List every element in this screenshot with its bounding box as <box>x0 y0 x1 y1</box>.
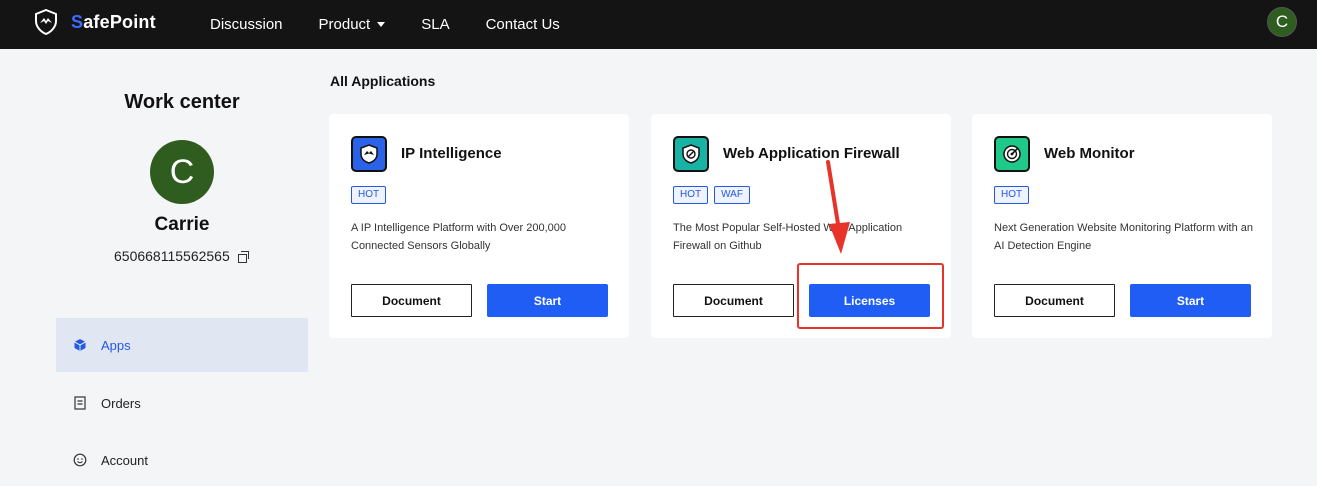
nav-product[interactable]: Product <box>319 16 386 33</box>
document-button[interactable]: Document <box>673 284 794 317</box>
sidebar-item-label: Account <box>101 452 148 468</box>
document-button[interactable]: Document <box>994 284 1115 317</box>
nav-discussion[interactable]: Discussion <box>210 16 283 33</box>
user-avatar-button[interactable]: C <box>1267 7 1297 37</box>
nav-sla[interactable]: SLA <box>421 16 449 33</box>
start-button[interactable]: Start <box>487 284 608 317</box>
firewall-icon <box>673 136 709 172</box>
tag-list: HOT WAF <box>673 186 756 204</box>
sidebar-item-orders[interactable]: Orders <box>56 376 308 430</box>
document-button[interactable]: Document <box>351 284 472 317</box>
card-description: Next Generation Website Monitoring Platf… <box>994 222 1254 252</box>
app-card-web-monitor: Web Monitor HOT Next Generation Website … <box>972 114 1272 338</box>
app-card-ip-intelligence: IP Intelligence HOT A IP Intelligence Pl… <box>329 114 629 338</box>
section-title: All Applications <box>330 73 436 89</box>
brand-name: SafePoint <box>71 11 156 32</box>
tag-waf: WAF <box>714 186 750 204</box>
card-description: The Most Popular Self-Hosted Web Applica… <box>673 222 903 252</box>
smiley-icon <box>73 453 87 467</box>
safepoint-logo-icon <box>35 9 57 35</box>
start-button[interactable]: Start <box>1130 284 1251 317</box>
tag-list: HOT <box>994 186 1035 204</box>
shield-icon <box>351 136 387 172</box>
sidebar-item-label: Orders <box>101 395 141 411</box>
main-nav: Discussion Product SLA Contact Us <box>210 0 596 49</box>
brand-logo-link[interactable]: SafePoint <box>34 9 156 35</box>
nav-contact-us[interactable]: Contact Us <box>486 16 560 33</box>
monitor-icon <box>994 136 1030 172</box>
annotation-highlight-box <box>797 263 944 329</box>
tag-hot: HOT <box>994 186 1030 204</box>
document-icon <box>74 396 86 410</box>
tag-hot: HOT <box>673 186 709 204</box>
card-title: IP Intelligence <box>401 145 502 162</box>
card-title: Web Monitor <box>1044 145 1135 162</box>
sidebar-item-label: Apps <box>101 337 131 353</box>
annotation-arrow-icon <box>826 160 850 254</box>
work-center-title: Work center <box>124 91 240 113</box>
copy-icon[interactable] <box>237 250 249 263</box>
caret-down-icon <box>377 22 386 27</box>
user-name: Carrie <box>154 214 210 235</box>
profile-avatar: C <box>150 140 214 204</box>
tag-list: HOT <box>351 186 392 204</box>
user-id-value: 650668115562565 <box>114 248 230 264</box>
sidebar: Work center C Carrie 650668115562565 App… <box>56 49 308 486</box>
sidebar-item-account[interactable]: Account <box>56 433 308 486</box>
cube-icon <box>74 339 86 351</box>
user-id: 650668115562565 <box>114 248 249 264</box>
tag-hot: HOT <box>351 186 387 204</box>
card-title: Web Application Firewall <box>723 145 900 162</box>
sidebar-item-apps[interactable]: Apps <box>56 318 308 372</box>
top-navbar: SafePoint Discussion Product SLA Contact… <box>0 0 1317 49</box>
card-description: A IP Intelligence Platform with Over 200… <box>351 222 567 252</box>
